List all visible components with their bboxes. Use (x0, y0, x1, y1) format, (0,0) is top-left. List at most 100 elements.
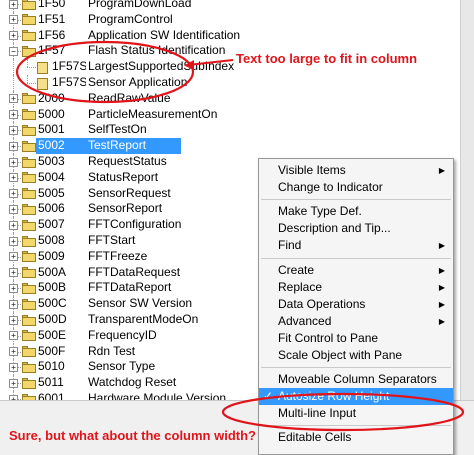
menu-item-label: Scale Object with Pane (278, 348, 403, 362)
tree-row[interactable]: +1F56 Application SW Identification (0, 27, 460, 44)
folder-icon (22, 109, 36, 121)
vertical-scrollbar[interactable] (460, 0, 474, 400)
menu-item-create[interactable]: Create ▶ (259, 262, 453, 279)
expand-icon[interactable]: + (9, 15, 18, 25)
expand-icon[interactable]: + (9, 125, 18, 135)
tree-cell-id: 1F57Sub (52, 75, 86, 89)
tree-cell-id: 5007 (38, 217, 65, 232)
expand-icon[interactable]: + (9, 268, 18, 278)
tree-cell-id: 5011 (38, 375, 64, 390)
menu-item-label: Data Operations (278, 296, 366, 311)
tree-guide-line (13, 59, 14, 75)
menu-item-make-type-def[interactable]: Make Type Def. (259, 203, 453, 220)
tree-row[interactable]: +1F51 ProgramControl (0, 11, 460, 28)
menu-item-label: Change to Indicator (278, 180, 383, 195)
tree-cell-id: 500D (38, 312, 67, 326)
menu-item-description-and-tip[interactable]: Description and Tip... (259, 220, 453, 237)
folder-icon (22, 93, 36, 105)
expand-icon[interactable]: + (9, 283, 18, 293)
tree-cell-id: 2000 (38, 90, 65, 105)
expand-icon[interactable]: + (9, 315, 18, 325)
document-icon (37, 61, 48, 74)
folder-icon (22, 298, 36, 310)
expand-icon[interactable]: + (9, 362, 18, 372)
tree-cell-id: 5009 (38, 248, 65, 263)
folder-icon (22, 140, 36, 152)
document-icon (37, 77, 48, 90)
expand-icon[interactable]: + (9, 299, 18, 309)
folder-icon (22, 156, 36, 168)
expand-icon[interactable]: + (9, 204, 18, 214)
tree-cell-id: 500B (38, 280, 67, 295)
tree-cell-id: 5003 (38, 154, 65, 168)
expand-icon[interactable]: + (9, 157, 18, 167)
tree-row[interactable]: +5002 TestReport (0, 138, 460, 154)
menu-item-label: Visible Items (278, 163, 346, 177)
menu-separator (261, 199, 451, 201)
menu-item-find[interactable]: Find ▶ (259, 237, 453, 254)
tree-guide-line (27, 75, 28, 83)
menu-item-advanced[interactable]: Advanced ▶ (259, 313, 453, 330)
tree-cell-id: 500C (38, 296, 67, 311)
tree-cell-id: 5008 (38, 233, 65, 247)
menu-item-autosize-row-height[interactable]: ✓ Autosize Row Height (259, 388, 453, 406)
tree-guide-line (27, 83, 36, 84)
tree-cell-id: 1F50 (38, 0, 66, 10)
expand-icon[interactable]: + (9, 110, 18, 120)
tree-cell-id: 1F57 (38, 43, 66, 58)
annotation-text-too-large: Text too large to fit in column (236, 51, 418, 66)
expand-icon[interactable]: + (9, 173, 18, 183)
folder-icon (22, 203, 36, 215)
folder-icon (22, 124, 36, 136)
expand-icon[interactable]: + (9, 378, 18, 388)
menu-item-multi-line-input[interactable]: Multi-line Input (259, 405, 453, 422)
menu-item-label: Editable Cells (278, 430, 352, 445)
expand-icon[interactable]: + (9, 220, 18, 230)
context-menu: Visible Items ▶ Change to Indicator Make Ty… (258, 158, 454, 455)
tree-cell-name: SelfTestOn (88, 122, 147, 137)
tree-cell-id: 1F57Sub (52, 59, 86, 74)
menu-item-label: Advanced (278, 313, 332, 328)
folder-icon (22, 251, 36, 263)
menu-item-moveable-column-separators[interactable]: Moveable Column Separators (259, 371, 453, 388)
tree-row[interactable]: +1F50 ProgramDownLoad (0, 0, 460, 12)
menu-item-change-to-indicator[interactable]: Change to Indicator (259, 179, 453, 196)
expand-icon[interactable]: + (9, 0, 18, 9)
expand-icon[interactable]: + (9, 31, 18, 41)
expand-icon[interactable]: + (9, 94, 18, 104)
tree-cell-id: 1F51 (38, 11, 66, 26)
menu-item-fit-control-to-pane[interactable]: Fit Control to Pane (259, 330, 453, 347)
tree-cell-name: ReadRawValue (88, 90, 171, 105)
menu-item-scale-object-with-pane[interactable]: Scale Object with Pane (259, 347, 453, 364)
submenu-arrow-icon: ▶ (438, 265, 445, 275)
expand-icon[interactable]: + (9, 236, 18, 246)
expand-icon[interactable]: + (9, 189, 18, 199)
folder-icon (22, 172, 36, 184)
expand-icon[interactable]: + (9, 347, 18, 357)
tree-cell-id: 5002 (36, 138, 86, 154)
tree-row[interactable]: +5001 SelfTestOn (0, 122, 460, 139)
tree-guide-line (27, 59, 28, 68)
folder-icon (22, 282, 36, 294)
menu-item-label: Description and Tip... (278, 221, 391, 236)
menu-item-data-operations[interactable]: Data Operations ▶ (259, 296, 453, 313)
tree-cell-id: 500E (38, 327, 67, 342)
tree-cell-id: 1F56 (38, 27, 66, 42)
tree-row[interactable]: 1F57SubSensor Application (0, 75, 460, 91)
folder-icon (22, 188, 36, 200)
menu-item-editable-cells[interactable]: Editable Cells (259, 429, 453, 446)
menu-item-visible-items[interactable]: Visible Items ▶ (259, 162, 453, 179)
menu-item-label: Fit Control to Pane (278, 330, 379, 345)
expand-icon[interactable]: + (9, 252, 18, 262)
tree-row[interactable]: +5000 ParticleMeasurementOn (0, 106, 460, 123)
folder-icon (22, 235, 36, 247)
expand-icon[interactable]: + (9, 331, 18, 341)
tree-cell-id: 5001 (38, 122, 65, 137)
expand-icon[interactable]: + (9, 141, 18, 151)
tree-row[interactable]: +2000 ReadRawValue (0, 90, 460, 107)
folder-icon (22, 30, 36, 42)
menu-item-label: Moveable Column Separators (278, 372, 437, 387)
menu-item-replace[interactable]: Replace ▶ (259, 279, 453, 296)
collapse-icon[interactable]: − (9, 46, 18, 56)
folder-icon (22, 346, 36, 358)
